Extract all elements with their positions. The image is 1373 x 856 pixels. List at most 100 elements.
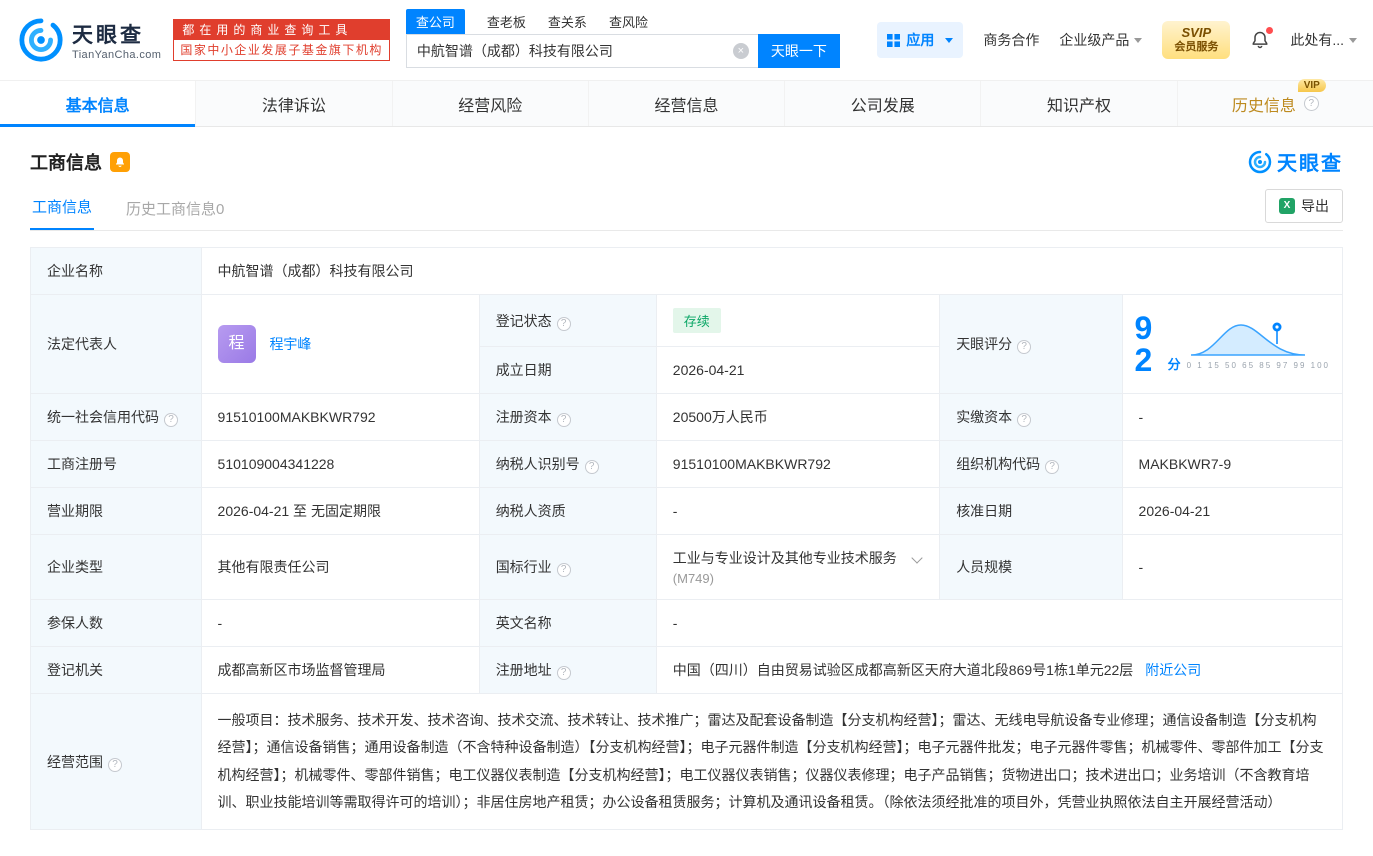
table-row: 工商注册号 510109004341228 纳税人识别号? 91510100MA…: [30, 440, 1344, 488]
field-value-staff-size: -: [1121, 534, 1344, 600]
field-label-insured-count: 参保人数: [30, 599, 202, 647]
search-button[interactable]: 天眼一下: [757, 34, 840, 68]
tab-basic-info[interactable]: 基本信息: [0, 81, 196, 127]
search-box: ×: [405, 34, 758, 68]
subtab-history-business-info[interactable]: 历史工商信息0: [124, 190, 226, 230]
info-icon[interactable]: ?: [556, 563, 571, 577]
field-label-approval-date: 核准日期: [939, 487, 1123, 535]
info-icon[interactable]: ?: [1045, 460, 1060, 474]
field-value-credit-code: 91510100MAKBKWR792: [200, 393, 480, 441]
subscribe-bell-icon[interactable]: [110, 151, 130, 172]
field-value-paid-capital: -: [1121, 393, 1344, 441]
info-icon[interactable]: ?: [556, 413, 571, 427]
search-area: 查公司 查老板 查关系 查风险 × 天眼一下: [405, 9, 840, 68]
label-text: 企业名称: [47, 263, 103, 279]
field-label-establish-date: 成立日期: [478, 346, 657, 394]
svip-member-badge[interactable]: SVIP 会员服务: [1162, 21, 1231, 59]
label-text: 实缴资本: [956, 409, 1013, 425]
label-text: 英文名称: [495, 615, 552, 631]
field-value-business-term: 2026-04-21 至 无固定期限: [200, 487, 480, 535]
tab-history-info[interactable]: VIP 历史信息 ?: [1176, 78, 1373, 126]
field-label-business-term: 营业期限: [30, 487, 202, 535]
slogan-badge: 都在用的商业查询工具 国家中小企业发展子基金旗下机构: [173, 19, 390, 61]
label-text: 组织机构代码: [956, 456, 1041, 472]
table-row: 营业期限 2026-04-21 至 无固定期限 纳税人资质 - 核准日期 202…: [30, 487, 1344, 535]
info-icon[interactable]: ?: [584, 460, 599, 474]
field-value-approval-date: 2026-04-21: [1121, 487, 1344, 535]
field-label-company-type: 企业类型: [30, 534, 202, 600]
table-row: 企业名称 中航智谱（成都）科技有限公司: [30, 247, 1344, 295]
label-text: 人员规模: [956, 559, 1013, 575]
field-value-industry: 工业与专业设计及其他专业技术服务 (M749): [655, 534, 941, 600]
tab-basic-info-label: 基本信息: [65, 97, 130, 115]
search-input[interactable]: [406, 43, 758, 59]
tab-operating-info-label: 经营信息: [654, 97, 719, 115]
slogan-line1: 都在用的商业查询工具: [174, 20, 389, 40]
tab-operating-info[interactable]: 经营信息: [587, 81, 784, 126]
info-icon[interactable]: ?: [556, 316, 571, 331]
logo-en: TianYanCha.com: [72, 49, 162, 61]
field-label-staff-size: 人员规模: [939, 534, 1123, 600]
help-icon[interactable]: ?: [1303, 96, 1319, 111]
search-tab-relation[interactable]: 查关系: [548, 9, 587, 34]
subtab-business-info[interactable]: 工商信息: [30, 188, 95, 230]
tab-operating-risk[interactable]: 经营风险: [391, 81, 588, 126]
label-text: 国标行业: [495, 559, 552, 575]
tab-company-development[interactable]: 公司发展: [784, 81, 980, 126]
export-button[interactable]: X 导出: [1265, 189, 1343, 223]
score-distribution-chart: 0 1 15 50 65 85 97 99 100: [1187, 318, 1330, 370]
top-header: 天眼查 TianYanCha.com 都在用的商业查询工具 国家中小企业发展子基…: [0, 0, 1373, 80]
info-icon[interactable]: ?: [556, 666, 571, 680]
search-tab-risk[interactable]: 查风险: [609, 9, 648, 34]
nearby-companies-link[interactable]: 附近公司: [1145, 662, 1201, 678]
info-icon[interactable]: ?: [1017, 413, 1032, 427]
label-text: 成立日期: [495, 362, 552, 378]
tianyancha-logo[interactable]: 天眼查 TianYanCha.com: [18, 17, 161, 63]
label-text: 企业类型: [47, 559, 103, 575]
industry-code: (M749): [672, 571, 714, 586]
table-row: 登记机关 成都高新区市场监督管理局 注册地址? 中国（四川）自由贸易试验区成都高…: [30, 646, 1344, 694]
search-tab-boss[interactable]: 查老板: [487, 9, 526, 34]
user-menu[interactable]: 此处有...: [1290, 30, 1357, 50]
field-value-company-name: 中航智谱（成都）科技有限公司: [200, 247, 1344, 295]
field-label-reg-status: 登记状态?: [478, 294, 657, 347]
info-icon[interactable]: ?: [108, 757, 122, 772]
nav-business-cooperation[interactable]: 商务合作: [983, 30, 1039, 50]
tab-intellectual-property-label: 知识产权: [1047, 97, 1112, 115]
notification-bell[interactable]: [1250, 27, 1274, 50]
info-icon[interactable]: ?: [1017, 340, 1032, 354]
legal-rep-name-link[interactable]: 程宇峰: [269, 336, 311, 352]
field-label-industry: 国标行业?: [478, 534, 657, 600]
tab-legal-proceedings[interactable]: 法律诉讼: [195, 81, 391, 126]
chevron-down-icon: [945, 37, 954, 43]
tab-intellectual-property[interactable]: 知识产权: [980, 81, 1176, 126]
apps-button[interactable]: 应用: [877, 22, 964, 58]
info-icon[interactable]: ?: [164, 413, 178, 427]
label-text: 天眼评分: [956, 336, 1013, 352]
field-label-reg-number: 工商注册号: [30, 440, 202, 488]
label-text: 经营范围: [47, 753, 103, 770]
label-text: 营业期限: [47, 503, 103, 519]
tianyancha-logo-icon: [19, 18, 63, 62]
apps-label: 应用: [906, 32, 935, 48]
vip-badge: VIP: [1297, 78, 1326, 92]
search-tab-company[interactable]: 查公司: [405, 9, 465, 34]
industry-name: 工业与专业设计及其他专业技术服务: [672, 550, 897, 566]
field-value-org-code: MAKBKWR7-9: [1121, 440, 1344, 488]
field-value-reg-status: 存续: [655, 294, 941, 347]
nav-enterprise-products[interactable]: 企业级产品: [1059, 30, 1143, 50]
field-value-english-name: -: [655, 599, 1344, 647]
legal-rep-avatar[interactable]: 程: [217, 325, 256, 363]
field-value-taxpayer-id: 91510100MAKBKWR792: [655, 440, 941, 488]
field-label-legal-rep: 法定代表人: [30, 294, 202, 394]
label-text: 登记状态: [495, 312, 552, 329]
company-nav-tabs: 基本信息 法律诉讼 经营风险 经营信息 公司发展 知识产权 VIP 历史信息 ?: [0, 78, 1373, 127]
status-badge: 存续: [672, 308, 721, 333]
expand-chevron-icon[interactable]: [911, 552, 923, 564]
top-nav: 应用 商务合作 企业级产品 SVIP 会员服务 此处有...: [877, 21, 1357, 59]
score-unit: 分: [1167, 357, 1181, 372]
subtab-row: 工商信息 历史工商信息0 X 导出: [30, 188, 1343, 231]
clear-search-icon[interactable]: ×: [732, 43, 749, 59]
label-text: 参保人数: [47, 615, 103, 631]
table-row: 经营范围? 一般项目：技术服务、技术开发、技术咨询、技术交流、技术转让、技术推广…: [30, 692, 1344, 831]
